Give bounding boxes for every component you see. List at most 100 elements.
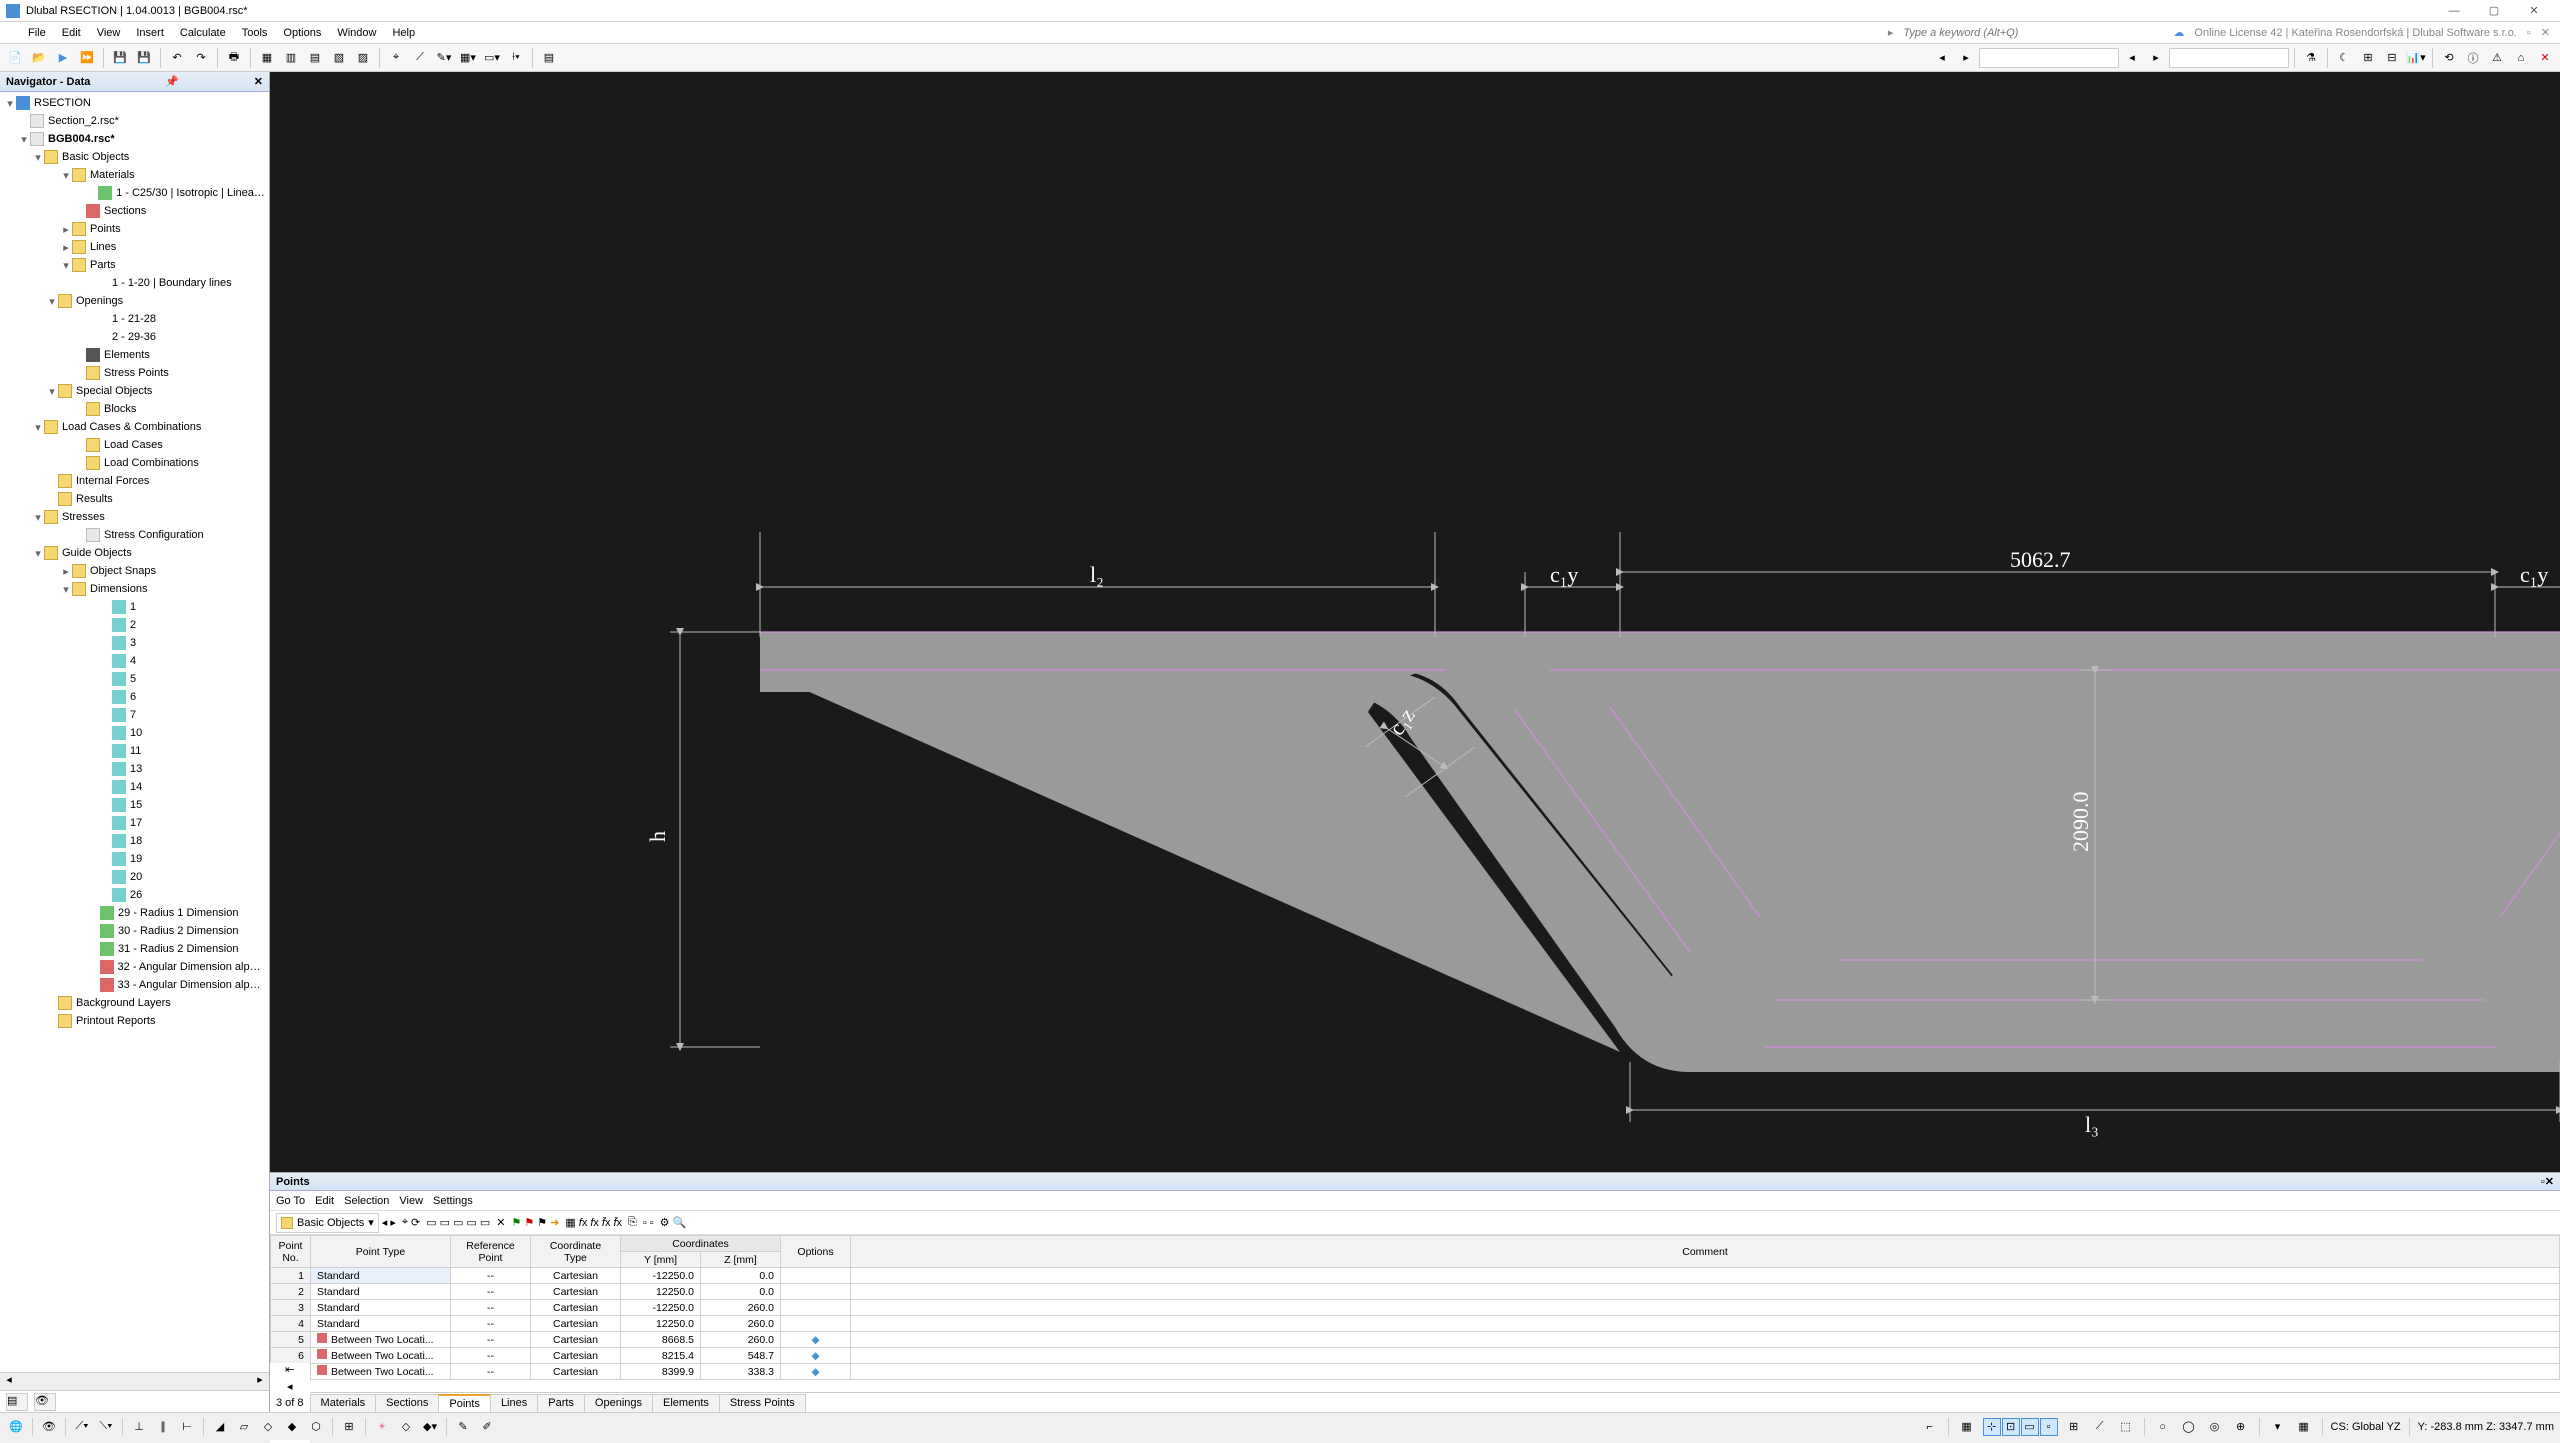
panel-tab-lines[interactable]: Lines <box>490 1394 538 1412</box>
sb-h1[interactable]: ⊞ <box>2064 1417 2084 1437</box>
tree-special[interactable]: Special Objects <box>76 385 152 397</box>
sb-f2[interactable]: ✐ <box>477 1417 497 1437</box>
redo-icon[interactable]: ↷ <box>190 47 212 69</box>
table-row[interactable]: 5Between Two Locati...--Cartesian8668.52… <box>271 1332 2560 1348</box>
print-icon[interactable]: 🖶 <box>223 47 245 69</box>
nav-scroll-left[interactable]: ◂ <box>0 1373 18 1390</box>
sb-j1[interactable]: ▾ <box>2268 1417 2288 1437</box>
view2-icon[interactable]: ▥ <box>280 47 302 69</box>
undo-icon[interactable]: ↶ <box>166 47 188 69</box>
sb-globe-icon[interactable]: 🌐 <box>6 1417 26 1437</box>
navtab-1[interactable]: ▤ <box>6 1393 28 1411</box>
align1-icon[interactable]: ⊞ <box>2357 47 2379 69</box>
disk2-icon[interactable]: 💾 <box>133 47 155 69</box>
tree-dim-item[interactable]: 4 <box>130 655 136 667</box>
sb-f1[interactable]: ✎ <box>453 1417 473 1437</box>
grid-icon[interactable]: ▦▾ <box>457 47 479 69</box>
sb-axis-icon[interactable]: ⌐ <box>1920 1417 1940 1437</box>
tree-dim-named[interactable]: 32 - Angular Dimension alpha 1 <box>118 961 265 973</box>
tree-basic[interactable]: Basic Objects <box>62 151 129 163</box>
measure-icon[interactable]: ⟋ <box>409 47 431 69</box>
sb-snap4[interactable]: ▫ <box>2040 1418 2058 1436</box>
tree-dim-item[interactable]: 1 <box>130 601 136 613</box>
col-type[interactable]: Point Type <box>311 1236 451 1268</box>
col-ctype[interactable]: Coordinate Type <box>531 1236 621 1268</box>
night-icon[interactable]: ☾ <box>2333 47 2355 69</box>
close-x-icon[interactable]: ✕ <box>2534 47 2556 69</box>
maximize-button[interactable]: ▢ <box>2474 1 2514 21</box>
view5-icon[interactable]: ▨ <box>352 47 374 69</box>
tree-dimensions[interactable]: Dimensions <box>90 583 147 595</box>
sb-c2[interactable]: ▱ <box>234 1417 254 1437</box>
tree-dim-item[interactable]: 10 <box>130 727 142 739</box>
panel-selector[interactable]: Basic Objects▾ <box>276 1213 379 1233</box>
ptb-flag-icon[interactable]: ⚑ <box>537 1216 547 1229</box>
ptb-cfg-icon[interactable]: ⚙ <box>660 1216 670 1229</box>
table-row[interactable]: 3Standard--Cartesian-12250.0260.0 <box>271 1300 2560 1316</box>
ptb-refresh-icon[interactable]: ⟳ <box>411 1216 420 1229</box>
tree-lines[interactable]: Lines <box>90 241 116 253</box>
ptb-fx2-icon[interactable]: fx <box>590 1217 599 1229</box>
tree-dim-item[interactable]: 5 <box>130 673 136 685</box>
sb-i3[interactable]: ◎ <box>2205 1417 2225 1437</box>
menu-calculate[interactable]: Calculate <box>172 22 234 43</box>
sb-i1[interactable]: ○ <box>2153 1417 2173 1437</box>
tree-file1[interactable]: Section_2.rsc* <box>48 115 119 127</box>
ptb-row5-icon[interactable]: ▭ <box>480 1216 490 1229</box>
tree-dim-item[interactable]: 26 <box>130 889 142 901</box>
saveall-icon[interactable]: ⏩ <box>76 47 98 69</box>
panel-tab-sections[interactable]: Sections <box>375 1394 439 1412</box>
col-y[interactable]: Y [mm] <box>621 1252 701 1268</box>
tree-dim-item[interactable]: 13 <box>130 763 142 775</box>
ptb-fx1-icon[interactable]: fx <box>579 1217 588 1229</box>
tree-dim-item[interactable]: 6 <box>130 691 136 703</box>
minimize-button[interactable]: — <box>2434 1 2474 21</box>
panel-prev-icon[interactable]: ◂ <box>382 1216 388 1229</box>
sb-e3[interactable]: ◆▾ <box>420 1417 440 1437</box>
ptb-arrow-icon[interactable]: ➜ <box>550 1216 559 1229</box>
table-row[interactable]: 2Standard--Cartesian12250.00.0 <box>271 1284 2560 1300</box>
sb-c4[interactable]: ◆ <box>282 1417 302 1437</box>
tree-lcc[interactable]: Load Cases & Combinations <box>62 421 201 433</box>
ptb-u1-icon[interactable]: ▫ <box>643 1217 647 1229</box>
ptb-copy-icon[interactable]: ⎘ <box>628 1216 637 1229</box>
sb-h3[interactable]: ⬚ <box>2116 1417 2136 1437</box>
tree-dim-named[interactable]: 31 - Radius 2 Dimension <box>118 943 238 955</box>
tree-stresspts[interactable]: Stress Points <box>104 367 169 379</box>
tree-dim-item[interactable]: 19 <box>130 853 142 865</box>
tree-lcomb[interactable]: Load Combinations <box>104 457 199 469</box>
tree-dim-item[interactable]: 20 <box>130 871 142 883</box>
col-comment[interactable]: Comment <box>851 1236 2560 1268</box>
home-icon[interactable]: ⌂ <box>2510 47 2532 69</box>
refresh-icon[interactable]: ⟲ <box>2438 47 2460 69</box>
keyword-search[interactable] <box>1903 24 2163 42</box>
tree-materials[interactable]: Materials <box>90 169 135 181</box>
tree-dim-item[interactable]: 3 <box>130 637 136 649</box>
ptb-row4-icon[interactable]: ▭ <box>466 1216 476 1229</box>
tree-lc[interactable]: Load Cases <box>104 439 163 451</box>
ptb-row2-icon[interactable]: ▭ <box>440 1216 450 1229</box>
tree-dim-item[interactable]: 18 <box>130 835 142 847</box>
tree-points[interactable]: Points <box>90 223 121 235</box>
nav-next2-icon[interactable]: ▸ <box>2145 47 2167 69</box>
tree-stresses[interactable]: Stresses <box>62 511 105 523</box>
tree-file2[interactable]: BGB004.rsc* <box>48 133 115 145</box>
view1-icon[interactable]: ▦ <box>256 47 278 69</box>
ptb-u2-icon[interactable]: ▫ <box>650 1217 654 1229</box>
tree-openings[interactable]: Openings <box>76 295 123 307</box>
tree-sections[interactable]: Sections <box>104 205 146 217</box>
sb-b2[interactable]: ∥ <box>153 1417 173 1437</box>
menu-view[interactable]: View <box>89 22 129 43</box>
ptb-fx3-icon[interactable]: f̄x <box>602 1217 611 1229</box>
col-coord[interactable]: Coordinates <box>621 1236 781 1252</box>
ptb-del-icon[interactable]: ✕ <box>496 1216 505 1229</box>
table-row[interactable]: 6Between Two Locati...--Cartesian8215.45… <box>271 1348 2560 1364</box>
tree-dim-item[interactable]: 2 <box>130 619 136 631</box>
menu-help[interactable]: Help <box>384 22 423 43</box>
align2-icon[interactable]: ⊟ <box>2381 47 2403 69</box>
pager-prev-icon[interactable]: ◂ <box>287 1380 293 1393</box>
zoom-icon[interactable]: ⌖ <box>385 47 407 69</box>
panel-tab-parts[interactable]: Parts <box>537 1394 585 1412</box>
close-button[interactable]: ✕ <box>2514 1 2554 21</box>
menu-tools[interactable]: Tools <box>234 22 276 43</box>
